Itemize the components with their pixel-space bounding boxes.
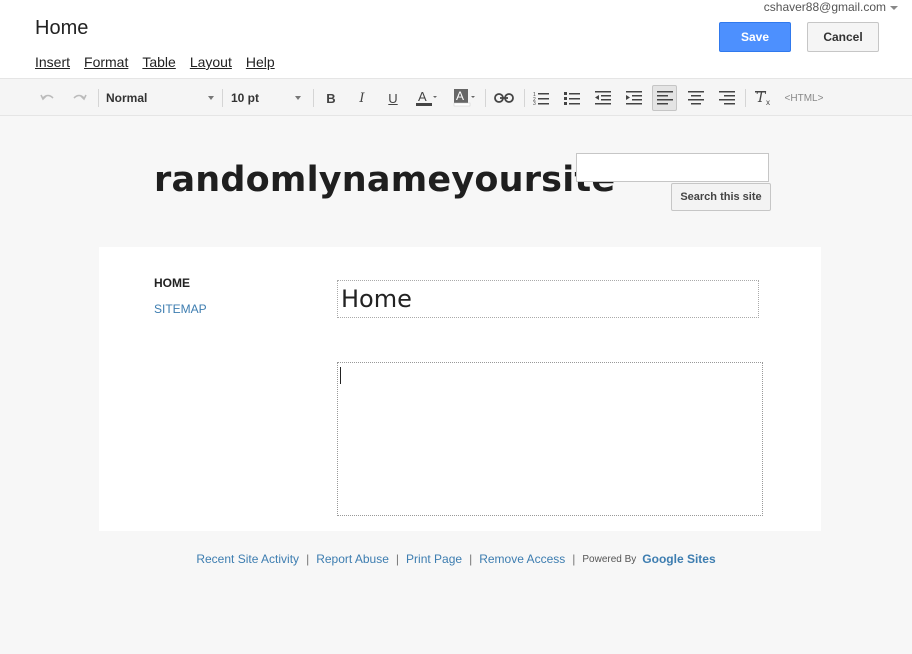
menu-bar: Insert Format Table Layout Help (35, 54, 275, 70)
toolbar-divider (222, 89, 223, 107)
menu-table[interactable]: Table (142, 54, 175, 70)
footer-separator: | (572, 552, 576, 566)
footer-separator: | (306, 552, 310, 566)
align-center-icon[interactable] (684, 85, 708, 111)
powered-by-label: Powered By (582, 553, 637, 565)
toolbar-divider (524, 89, 525, 107)
bold-icon[interactable]: B (320, 85, 342, 111)
editor-header: cshaver88@gmail.com Home Insert Format T… (0, 0, 912, 78)
page-content-editor[interactable] (337, 362, 763, 516)
align-right-icon[interactable] (715, 85, 739, 111)
html-source-button[interactable]: <HTML> (784, 85, 824, 111)
formatting-toolbar: Normal 10 pt B I U A A 123 Tx <HTML> (0, 78, 912, 116)
italic-icon[interactable]: I (351, 85, 373, 111)
page-title: Home (35, 17, 89, 39)
size-value: 10 pt (231, 91, 260, 105)
svg-text:A: A (456, 89, 464, 103)
toolbar-divider (485, 89, 486, 107)
text-color-icon[interactable]: A (412, 85, 440, 111)
chevron-down-icon (890, 5, 898, 10)
redo-icon[interactable] (67, 85, 91, 111)
menu-help[interactable]: Help (246, 54, 275, 70)
toolbar-divider (98, 89, 99, 107)
indent-icon[interactable] (622, 85, 646, 111)
outdent-icon[interactable] (591, 85, 615, 111)
remove-access-link[interactable]: Remove Access (479, 552, 565, 566)
bulleted-list-icon[interactable] (560, 85, 584, 111)
menu-layout[interactable]: Layout (190, 54, 232, 70)
paragraph-style-select[interactable]: Normal (106, 85, 216, 111)
account-menu[interactable]: cshaver88@gmail.com (764, 0, 898, 14)
google-sites-link[interactable]: Google Sites (642, 552, 715, 566)
report-abuse-link[interactable]: Report Abuse (316, 552, 389, 566)
search-site-button[interactable]: Search this site (671, 183, 771, 211)
search-input[interactable] (576, 153, 769, 182)
toolbar-divider (313, 89, 314, 107)
recent-site-activity-link[interactable]: Recent Site Activity (196, 552, 299, 566)
menu-format[interactable]: Format (84, 54, 128, 70)
footer-separator: | (395, 552, 400, 566)
link-icon[interactable] (492, 85, 516, 111)
svg-text:x: x (766, 98, 770, 106)
print-page-link[interactable]: Print Page (406, 552, 462, 566)
site-footer: Recent Site Activity | Report Abuse | Pr… (0, 552, 912, 566)
underline-icon[interactable]: U (382, 85, 404, 111)
svg-text:3: 3 (533, 101, 536, 105)
clear-formatting-icon[interactable]: Tx (752, 85, 776, 111)
font-size-select[interactable]: 10 pt (231, 85, 303, 111)
menu-insert[interactable]: Insert (35, 54, 70, 70)
align-left-icon[interactable] (652, 85, 677, 111)
toolbar-divider (745, 89, 746, 107)
sidebar-item-sitemap[interactable]: SITEMAP (154, 302, 207, 316)
chevron-down-icon (208, 96, 214, 100)
undo-icon[interactable] (36, 85, 60, 111)
save-button[interactable]: Save (719, 22, 791, 52)
highlight-color-icon[interactable]: A (450, 85, 478, 111)
cancel-button[interactable]: Cancel (807, 22, 879, 52)
page-heading-field[interactable]: Home (337, 280, 759, 318)
sidebar-item-home[interactable]: HOME (154, 276, 190, 290)
site-name: randomlynameyoursite (154, 160, 616, 200)
chevron-down-icon (295, 96, 301, 100)
account-email: cshaver88@gmail.com (763, 0, 886, 14)
numbered-list-icon[interactable]: 123 (529, 85, 553, 111)
svg-text:A: A (418, 89, 427, 104)
style-value: Normal (106, 91, 148, 105)
footer-separator: | (469, 552, 473, 566)
text-cursor (340, 367, 341, 384)
